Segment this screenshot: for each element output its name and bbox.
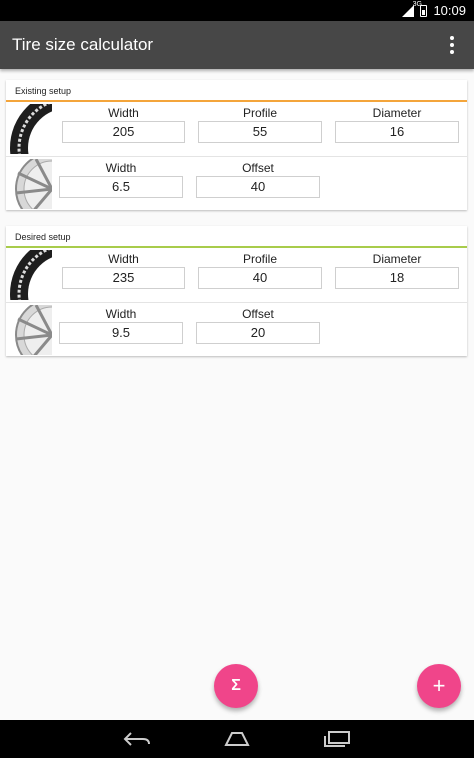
- app-title: Tire size calculator: [12, 35, 154, 54]
- home-icon: [224, 732, 250, 746]
- battery-icon: [420, 4, 428, 17]
- calculate-button[interactable]: Σ: [214, 664, 258, 708]
- existing-wheel-row: Width 6.5 Offset 40: [6, 156, 467, 210]
- desired-wheel-width-input[interactable]: 9.5: [59, 322, 183, 344]
- clock: 10:09: [433, 3, 466, 18]
- recents-icon: [324, 731, 350, 747]
- tire-icon: [6, 104, 52, 154]
- wheel-rim-icon: [6, 159, 52, 209]
- existing-tire-width-input[interactable]: 205: [62, 121, 185, 143]
- desired-tire-profile-input[interactable]: 40: [198, 267, 322, 289]
- overflow-menu-icon[interactable]: [444, 32, 460, 58]
- desired-tire-row: Width 235 Profile 40 Diameter 18: [6, 248, 467, 302]
- tire-icon: [6, 250, 52, 300]
- sigma-icon: Σ: [231, 677, 241, 694]
- field-label: Profile: [242, 106, 277, 120]
- field-label: Profile: [242, 252, 277, 266]
- existing-tire-profile-field: Profile 55: [198, 105, 322, 143]
- back-arrow-icon: [123, 732, 150, 746]
- desired-tire-width-field: Width 235: [62, 251, 185, 289]
- desired-wheel-width-field: Width 9.5: [59, 306, 183, 344]
- existing-wheel-width-field: Width 6.5: [59, 160, 183, 198]
- desired-tire-profile-field: Profile 40: [198, 251, 322, 289]
- add-setup-button[interactable]: +: [417, 664, 461, 708]
- desired-wheel-row: Width 9.5 Offset 20: [6, 302, 467, 356]
- status-bar: 3G 10:09: [0, 0, 474, 21]
- desired-tire-diameter-input[interactable]: 18: [335, 267, 459, 289]
- desired-wheel-offset-field: Offset 20: [196, 306, 320, 344]
- field-label: Width: [108, 106, 139, 120]
- desired-setup-card: Desired setup Width 235 Profile 40 Diame…: [6, 226, 467, 356]
- navigation-bar: [0, 720, 474, 758]
- existing-setup-card: Existing setup Width 205 Profile 55 Diam…: [6, 80, 467, 210]
- field-label: Width: [105, 307, 137, 321]
- field-label: Diameter: [372, 252, 422, 266]
- wheel-rim-icon: [6, 305, 52, 355]
- desired-tire-width-input[interactable]: 235: [62, 267, 185, 289]
- field-label: Offset: [242, 161, 274, 175]
- desired-tire-diameter-field: Diameter 18: [335, 251, 459, 289]
- existing-tire-width-field: Width 205: [62, 105, 185, 143]
- signal-icon: [402, 4, 415, 17]
- recents-button[interactable]: [322, 728, 352, 750]
- existing-wheel-offset-input[interactable]: 40: [196, 176, 320, 198]
- field-label: Offset: [242, 307, 274, 321]
- desired-wheel-offset-input[interactable]: 20: [196, 322, 320, 344]
- back-button[interactable]: [122, 728, 152, 750]
- field-label: Width: [105, 161, 137, 175]
- existing-setup-header: Existing setup: [6, 80, 467, 102]
- existing-tire-profile-input[interactable]: 55: [198, 121, 322, 143]
- plus-icon: +: [432, 673, 446, 698]
- home-button[interactable]: [222, 728, 252, 750]
- existing-tire-diameter-input[interactable]: 16: [335, 121, 459, 143]
- existing-wheel-offset-field: Offset 40: [196, 160, 320, 198]
- field-label: Diameter: [372, 106, 422, 120]
- existing-tire-row: Width 205 Profile 55 Diameter 16: [6, 102, 467, 156]
- existing-wheel-width-input[interactable]: 6.5: [59, 176, 183, 198]
- app-bar: Tire size calculator: [0, 21, 474, 69]
- desired-setup-header: Desired setup: [6, 226, 467, 248]
- existing-tire-diameter-field: Diameter 16: [335, 105, 459, 143]
- field-label: Width: [108, 252, 139, 266]
